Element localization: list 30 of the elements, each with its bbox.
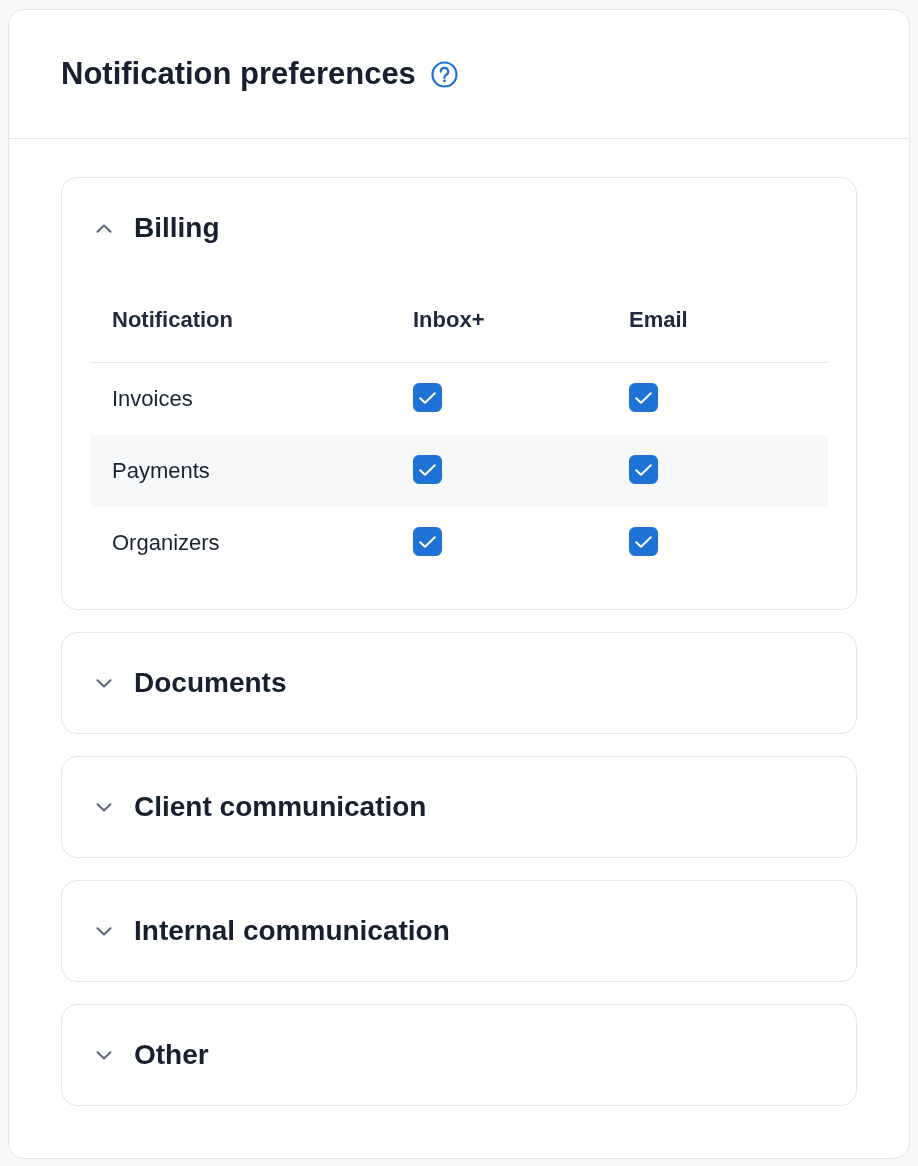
check-icon: [419, 463, 436, 476]
chevron-icon: [96, 223, 112, 233]
check-icon: [635, 463, 652, 476]
column-header: Notification: [112, 307, 233, 333]
page-title: Notification preferences: [61, 55, 416, 93]
help-icon[interactable]: [430, 60, 458, 88]
section-toggle[interactable]: Client communication: [96, 791, 427, 823]
checkbox[interactable]: [629, 383, 658, 412]
column-header: Email: [629, 307, 688, 333]
row-label: Invoices: [112, 386, 193, 412]
check-icon: [635, 535, 652, 548]
column-header: Inbox+: [413, 307, 485, 333]
row-label: Organizers: [112, 530, 220, 556]
section-toggle[interactable]: Documents: [96, 667, 287, 699]
checkbox[interactable]: [413, 383, 442, 412]
chevron-icon: [96, 802, 112, 812]
chevron-icon: [96, 678, 112, 688]
check-icon: [419, 535, 436, 548]
row-label: Payments: [112, 458, 210, 484]
checkbox[interactable]: [413, 527, 442, 556]
check-icon: [635, 391, 652, 404]
checkbox[interactable]: [629, 527, 658, 556]
check-icon: [419, 391, 436, 404]
section-toggle[interactable]: Other: [96, 1039, 209, 1071]
section-toggle[interactable]: Billing: [96, 212, 220, 244]
checkbox[interactable]: [629, 455, 658, 484]
checkbox[interactable]: [413, 455, 442, 484]
chevron-icon: [96, 926, 112, 936]
chevron-icon: [96, 1050, 112, 1060]
section-toggle[interactable]: Internal communication: [96, 915, 450, 947]
